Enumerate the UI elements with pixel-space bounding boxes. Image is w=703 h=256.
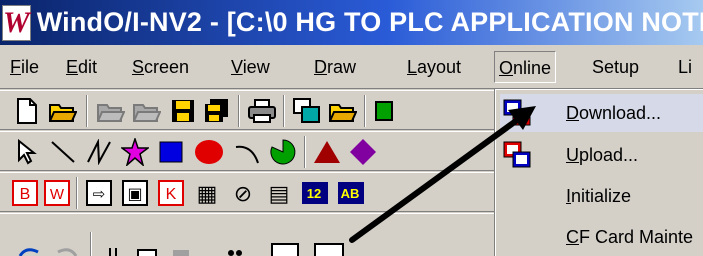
cut-icon[interactable] <box>98 238 128 256</box>
open-folder-icon[interactable] <box>48 96 78 126</box>
ellipse-icon[interactable] <box>194 137 224 167</box>
toolbar-separator <box>364 95 366 127</box>
undo-icon[interactable] <box>14 236 44 256</box>
menu-online[interactable]: Online <box>494 51 557 83</box>
menu-library[interactable]: Li <box>674 51 696 83</box>
app-icon-glyph: W <box>3 5 30 39</box>
download-icon <box>502 98 532 128</box>
paste-icon[interactable] <box>166 238 196 256</box>
menu-setup[interactable]: Setup <box>588 51 643 83</box>
grid-glyph: ▦ <box>197 182 218 206</box>
toolbar-separator <box>238 95 240 127</box>
character-display-icon[interactable]: AB <box>336 178 366 208</box>
parts-toolbar: B W ⇨ ▣ K ▦ ⊘ ▤ 12 AB <box>0 172 496 212</box>
bit-button-glyph: B <box>20 186 31 203</box>
upload-label: Upload... <box>566 144 639 165</box>
numeric-display-glyph: 12 <box>307 186 321 201</box>
new-file-icon[interactable] <box>12 96 42 126</box>
open-disabled-icon[interactable] <box>96 96 126 126</box>
word-button-glyph: W <box>50 186 65 203</box>
polyline-icon[interactable] <box>84 137 114 167</box>
menu-view[interactable]: View <box>227 51 274 83</box>
open-2-icon[interactable] <box>328 96 358 126</box>
menu-item-upload[interactable]: Upload... <box>500 136 703 174</box>
goto-screen-glyph: ⇨ <box>93 185 106 203</box>
key-button-icon[interactable]: K <box>156 178 186 208</box>
multi-state-glyph: ▣ <box>127 184 142 203</box>
menu-item-download[interactable]: Download... <box>500 94 703 132</box>
multi-state-icon[interactable]: ▣ <box>120 178 150 208</box>
window-title: WindO/I-NV2 - [C:\0 HG TO PLC APPLICATIO… <box>36 7 703 37</box>
character-display-glyph: AB <box>341 186 360 201</box>
toolbar-separator <box>86 95 88 127</box>
rectangle-icon[interactable] <box>156 137 186 167</box>
save-icon[interactable] <box>168 96 198 126</box>
align-icon[interactable] <box>270 236 300 256</box>
key-button-glyph: K <box>166 186 177 203</box>
properties-icon[interactable] <box>220 238 250 256</box>
menu-screen[interactable]: Screen <box>128 51 193 83</box>
initialize-label: Initialize <box>566 185 632 206</box>
selector-glyph: ⊘ <box>234 182 252 206</box>
cf-card-label: CF Card Mainte <box>566 226 694 247</box>
title-bar[interactable]: W WindO/I-NV2 - [C:\0 HG TO PLC APPLICAT… <box>0 0 703 45</box>
download-label: Download... <box>566 102 662 123</box>
select-arrow-icon[interactable] <box>12 137 42 167</box>
menu-item-cf-card-maintenance[interactable]: CF Card Mainte <box>500 218 703 256</box>
app-icon[interactable]: W <box>2 4 31 41</box>
arc-icon[interactable] <box>232 137 262 167</box>
line-icon[interactable] <box>48 137 78 167</box>
toolbar-separator <box>283 95 285 127</box>
zoom-icon[interactable] <box>314 236 344 256</box>
open-disabled-2-icon[interactable] <box>132 96 162 126</box>
polygon-star-icon[interactable] <box>120 137 150 167</box>
print-icon[interactable] <box>247 96 277 126</box>
menu-bar: File Edit Screen View Draw Layout Online… <box>0 45 703 89</box>
pie-icon[interactable] <box>268 137 298 167</box>
menu-layout[interactable]: Layout <box>403 51 465 83</box>
application-window: W WindO/I-NV2 - [C:\0 HG TO PLC APPLICAT… <box>0 0 703 256</box>
online-menu-dropdown: Download... Upload... Initialize CF Card… <box>495 89 703 256</box>
toolbar-separator <box>76 177 78 209</box>
file-toolbar <box>0 90 496 130</box>
menu-file[interactable]: File <box>6 51 43 83</box>
selector-icon[interactable]: ⊘ <box>228 178 258 208</box>
draw-toolbar <box>0 131 496 171</box>
diamond-icon[interactable] <box>348 137 378 167</box>
toolbar-separator <box>304 136 306 168</box>
grid-icon[interactable]: ▦ <box>192 178 222 208</box>
table-icon[interactable]: ▤ <box>264 178 294 208</box>
table-glyph: ▤ <box>269 182 290 206</box>
menu-draw[interactable]: Draw <box>310 51 360 83</box>
goto-screen-icon[interactable]: ⇨ <box>84 178 114 208</box>
upload-icon <box>502 140 532 170</box>
bit-button-icon[interactable]: B <box>10 178 40 208</box>
copy-screen-icon[interactable] <box>292 96 322 126</box>
copy-icon[interactable] <box>132 238 162 256</box>
save-all-icon[interactable] <box>202 96 232 126</box>
triangle-icon[interactable] <box>312 137 342 167</box>
menu-edit[interactable]: Edit <box>62 51 101 83</box>
numeric-display-icon[interactable]: 12 <box>300 178 330 208</box>
redo-icon[interactable] <box>52 236 82 256</box>
extra-toolbar <box>0 213 496 256</box>
toolbar-separator <box>90 232 92 256</box>
word-button-icon[interactable]: W <box>42 178 72 208</box>
connect-icon[interactable] <box>372 96 402 126</box>
menu-item-initialize[interactable]: Initialize <box>500 177 703 215</box>
